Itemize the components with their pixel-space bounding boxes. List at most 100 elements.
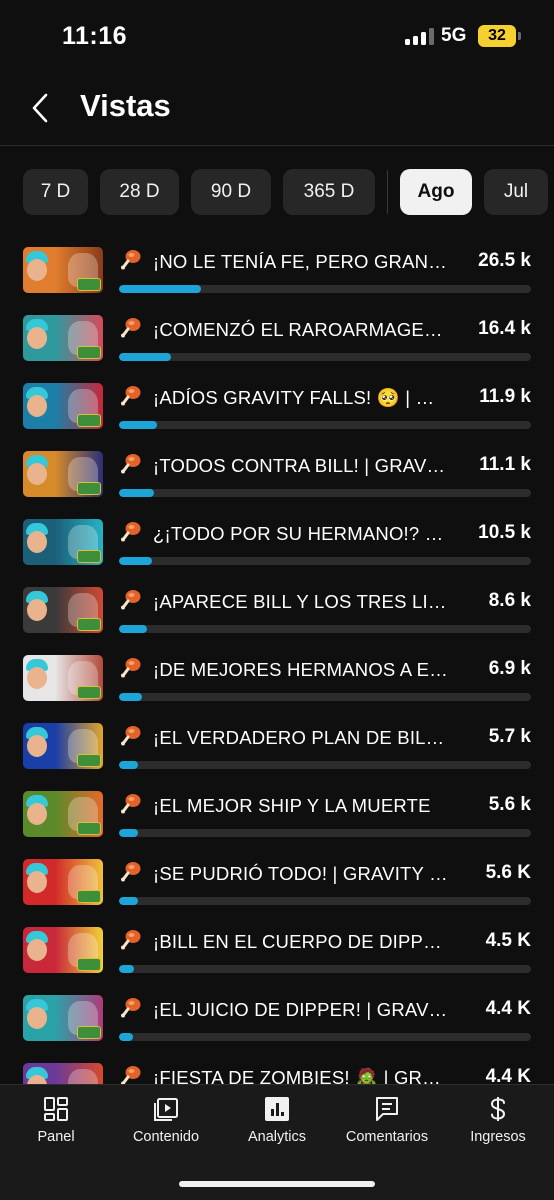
chip-divider — [387, 170, 388, 214]
meat-icon — [120, 792, 142, 814]
video-row[interactable]: ¡FIESTA DE ZOMBIES! 🧟 | GRAVITY FALLS 4.4… — [0, 1052, 554, 1084]
nav-contenido[interactable]: Contenido — [126, 1085, 206, 1157]
video-views: 5.7 k — [488, 726, 531, 747]
chip-jul[interactable]: Jul — [484, 169, 548, 215]
video-views: 4.4 K — [485, 1066, 531, 1084]
page-title: Vistas — [80, 88, 171, 123]
video-views-list: ¡NO LE TENÍA FE, PERO GRANDE 26.5 k ¡COMEN… — [0, 236, 554, 1084]
video-row[interactable]: ¡EL MEJOR SHIP Y LA MUERTE 5.6 k — [0, 780, 554, 848]
network-type: 5G — [441, 25, 467, 46]
video-row[interactable]: ¡EL JUICIO DE DIPPER! | GRAVITY FALLS 4.4… — [0, 984, 554, 1052]
meat-icon — [120, 928, 142, 950]
meat-icon — [120, 588, 142, 610]
video-views: 5.6 K — [485, 862, 531, 883]
video-views: 8.6 k — [488, 590, 531, 611]
views-bar-fill — [119, 285, 202, 293]
thumbnail-face — [27, 531, 47, 553]
video-title: ¡ADÍOS GRAVITY FALLS! 🥺 | GRAVITY FALLS — [153, 387, 448, 408]
video-row[interactable]: ¡APARECE BILL Y LOS TRES LIBROS 8.6 k — [0, 576, 554, 644]
views-bar-track — [119, 285, 531, 293]
video-thumbnail — [23, 315, 103, 361]
thumbnail-face — [27, 667, 47, 689]
thumbnail-logo — [77, 754, 101, 767]
views-bar-track — [119, 489, 531, 497]
meat-icon — [120, 384, 142, 406]
views-bar-fill — [119, 557, 153, 565]
video-views: 11.1 k — [479, 454, 531, 475]
video-thumbnail — [23, 247, 103, 293]
views-bar-track — [119, 965, 531, 973]
video-views: 5.6 k — [488, 794, 531, 815]
nav-comentarios[interactable]: Comentarios — [341, 1085, 433, 1157]
nav-panel[interactable]: Panel — [26, 1085, 86, 1157]
views-bar-track — [119, 625, 531, 633]
views-bar-fill — [119, 353, 171, 361]
nav-label: Panel — [37, 1129, 75, 1145]
views-bar-track — [119, 1033, 531, 1041]
video-row[interactable]: ¡BILL EN EL CUERPO DE DIPPER 4.5 K — [0, 916, 554, 984]
views-bar-track — [119, 693, 531, 701]
thumbnail-logo — [77, 550, 101, 563]
chip-28d[interactable]: 28 D — [100, 169, 179, 215]
video-title: ¿¡TODO POR SU HERMANO!? | GRAVITY FALLS — [153, 523, 448, 544]
views-bar-fill — [119, 421, 157, 429]
views-bar-fill — [119, 1033, 134, 1041]
thumbnail-logo — [77, 278, 101, 291]
dashboard-icon — [44, 1097, 68, 1121]
video-thumbnail — [23, 655, 103, 701]
views-bar-fill — [119, 761, 138, 769]
back-button[interactable] — [22, 88, 58, 128]
views-bar-track — [119, 557, 531, 565]
thumbnail-logo — [77, 1026, 101, 1039]
video-row[interactable]: ¡NO LE TENÍA FE, PERO GRANDE 26.5 k — [0, 236, 554, 304]
video-views: 4.5 K — [485, 930, 531, 951]
header: Vistas — [0, 72, 554, 146]
views-bar-fill — [119, 965, 134, 973]
views-bar-track — [119, 421, 531, 429]
nav-label: Contenido — [132, 1129, 200, 1145]
video-title: ¡BILL EN EL CUERPO DE DIPPER — [153, 931, 448, 952]
chip-ago[interactable]: Ago — [400, 169, 472, 215]
meat-icon — [120, 996, 142, 1018]
nav-label: Ingresos — [470, 1129, 526, 1145]
video-title: ¡EL VERDADERO PLAN DE BILL CIPHER — [153, 727, 448, 748]
meat-icon — [120, 452, 142, 474]
video-title: ¡NO LE TENÍA FE, PERO GRANDE — [153, 251, 448, 272]
video-row[interactable]: ¿¡TODO POR SU HERMANO!? | GRAVITY FALLS 1… — [0, 508, 554, 576]
video-views: 6.9 k — [488, 658, 531, 679]
video-thumbnail — [23, 791, 103, 837]
video-title: ¡TODOS CONTRA BILL! | GRAVITY FALLS — [153, 455, 448, 476]
video-row[interactable]: ¡DE MEJORES HERMANOS A ENEMIGOS 6.9 k — [0, 644, 554, 712]
video-title: ¡FIESTA DE ZOMBIES! 🧟 | GRAVITY FALLS — [153, 1067, 448, 1084]
chip-365d[interactable]: 365 D — [283, 169, 375, 215]
video-row[interactable]: ¡EL VERDADERO PLAN DE BILL CIPHER 5.7 k — [0, 712, 554, 780]
status-bar: 11:16 5G 32 — [0, 0, 554, 72]
thumbnail-cartoon — [68, 1069, 98, 1084]
meat-icon — [120, 724, 142, 746]
thumbnail-face — [27, 259, 47, 281]
thumbnail-logo — [77, 414, 101, 427]
video-thumbnail — [23, 927, 103, 973]
thumbnail-face — [27, 803, 47, 825]
nav-analytics[interactable]: Analytics — [240, 1085, 314, 1157]
nav-ingresos[interactable]: Ingresos — [466, 1085, 530, 1157]
chip-7d[interactable]: 7 D — [23, 169, 88, 215]
video-thumbnail — [23, 451, 103, 497]
home-indicator — [179, 1181, 375, 1187]
thumbnail-logo — [77, 482, 101, 495]
video-row[interactable]: ¡ADÍOS GRAVITY FALLS! 🥺 | GRAVITY FALLS 1… — [0, 372, 554, 440]
video-title: ¡SE PUDRIÓ TODO! | GRAVITY FALLS — [153, 863, 448, 884]
meat-icon — [120, 316, 142, 338]
views-bar-fill — [119, 489, 155, 497]
video-row[interactable]: ¡COMENZÓ EL RAROARMAGEDÓN 16.4 k — [0, 304, 554, 372]
chevron-left-icon — [32, 93, 48, 123]
video-thumbnail — [23, 519, 103, 565]
signal-icon — [405, 28, 435, 45]
meat-icon — [120, 1064, 142, 1084]
video-row[interactable]: ¡TODOS CONTRA BILL! | GRAVITY FALLS 11.1 … — [0, 440, 554, 508]
views-bar-fill — [119, 625, 148, 633]
video-row[interactable]: ¡SE PUDRIÓ TODO! | GRAVITY FALLS 5.6 K — [0, 848, 554, 916]
meat-icon — [120, 248, 142, 270]
video-thumbnail — [23, 723, 103, 769]
chip-90d[interactable]: 90 D — [191, 169, 271, 215]
